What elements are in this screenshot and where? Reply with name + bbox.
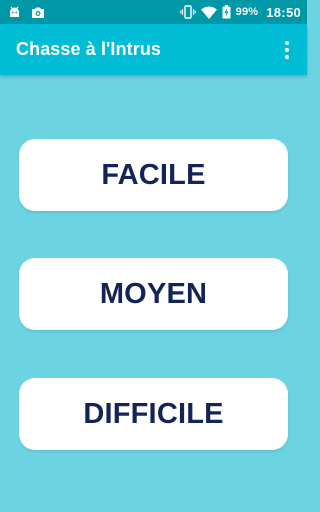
status-clock: 18:50 <box>266 4 301 20</box>
app-title: Chasse à l'Intrus <box>16 39 162 59</box>
android-debug-icon <box>8 6 21 19</box>
medium-level-button[interactable]: MOYEN <box>19 258 288 330</box>
menu-dot <box>285 41 289 45</box>
battery-icon <box>222 5 231 19</box>
easy-level-button[interactable]: FACILE <box>19 139 288 211</box>
battery-percent: 99% <box>235 6 259 18</box>
vibrate-icon <box>179 5 196 19</box>
more-vert-icon[interactable] <box>275 36 299 64</box>
status-left-icons <box>8 6 45 19</box>
hard-level-button[interactable]: DIFFICILE <box>19 378 288 450</box>
menu-dot <box>285 48 289 52</box>
notification-photo-icon <box>31 6 45 19</box>
app-bar: Chasse à l'Intrus <box>0 24 307 75</box>
wifi-icon <box>200 6 217 19</box>
status-bar: 99% 18:50 <box>0 0 307 24</box>
menu-dot <box>285 55 289 59</box>
status-right-icons: 99% 18:50 <box>179 4 301 20</box>
